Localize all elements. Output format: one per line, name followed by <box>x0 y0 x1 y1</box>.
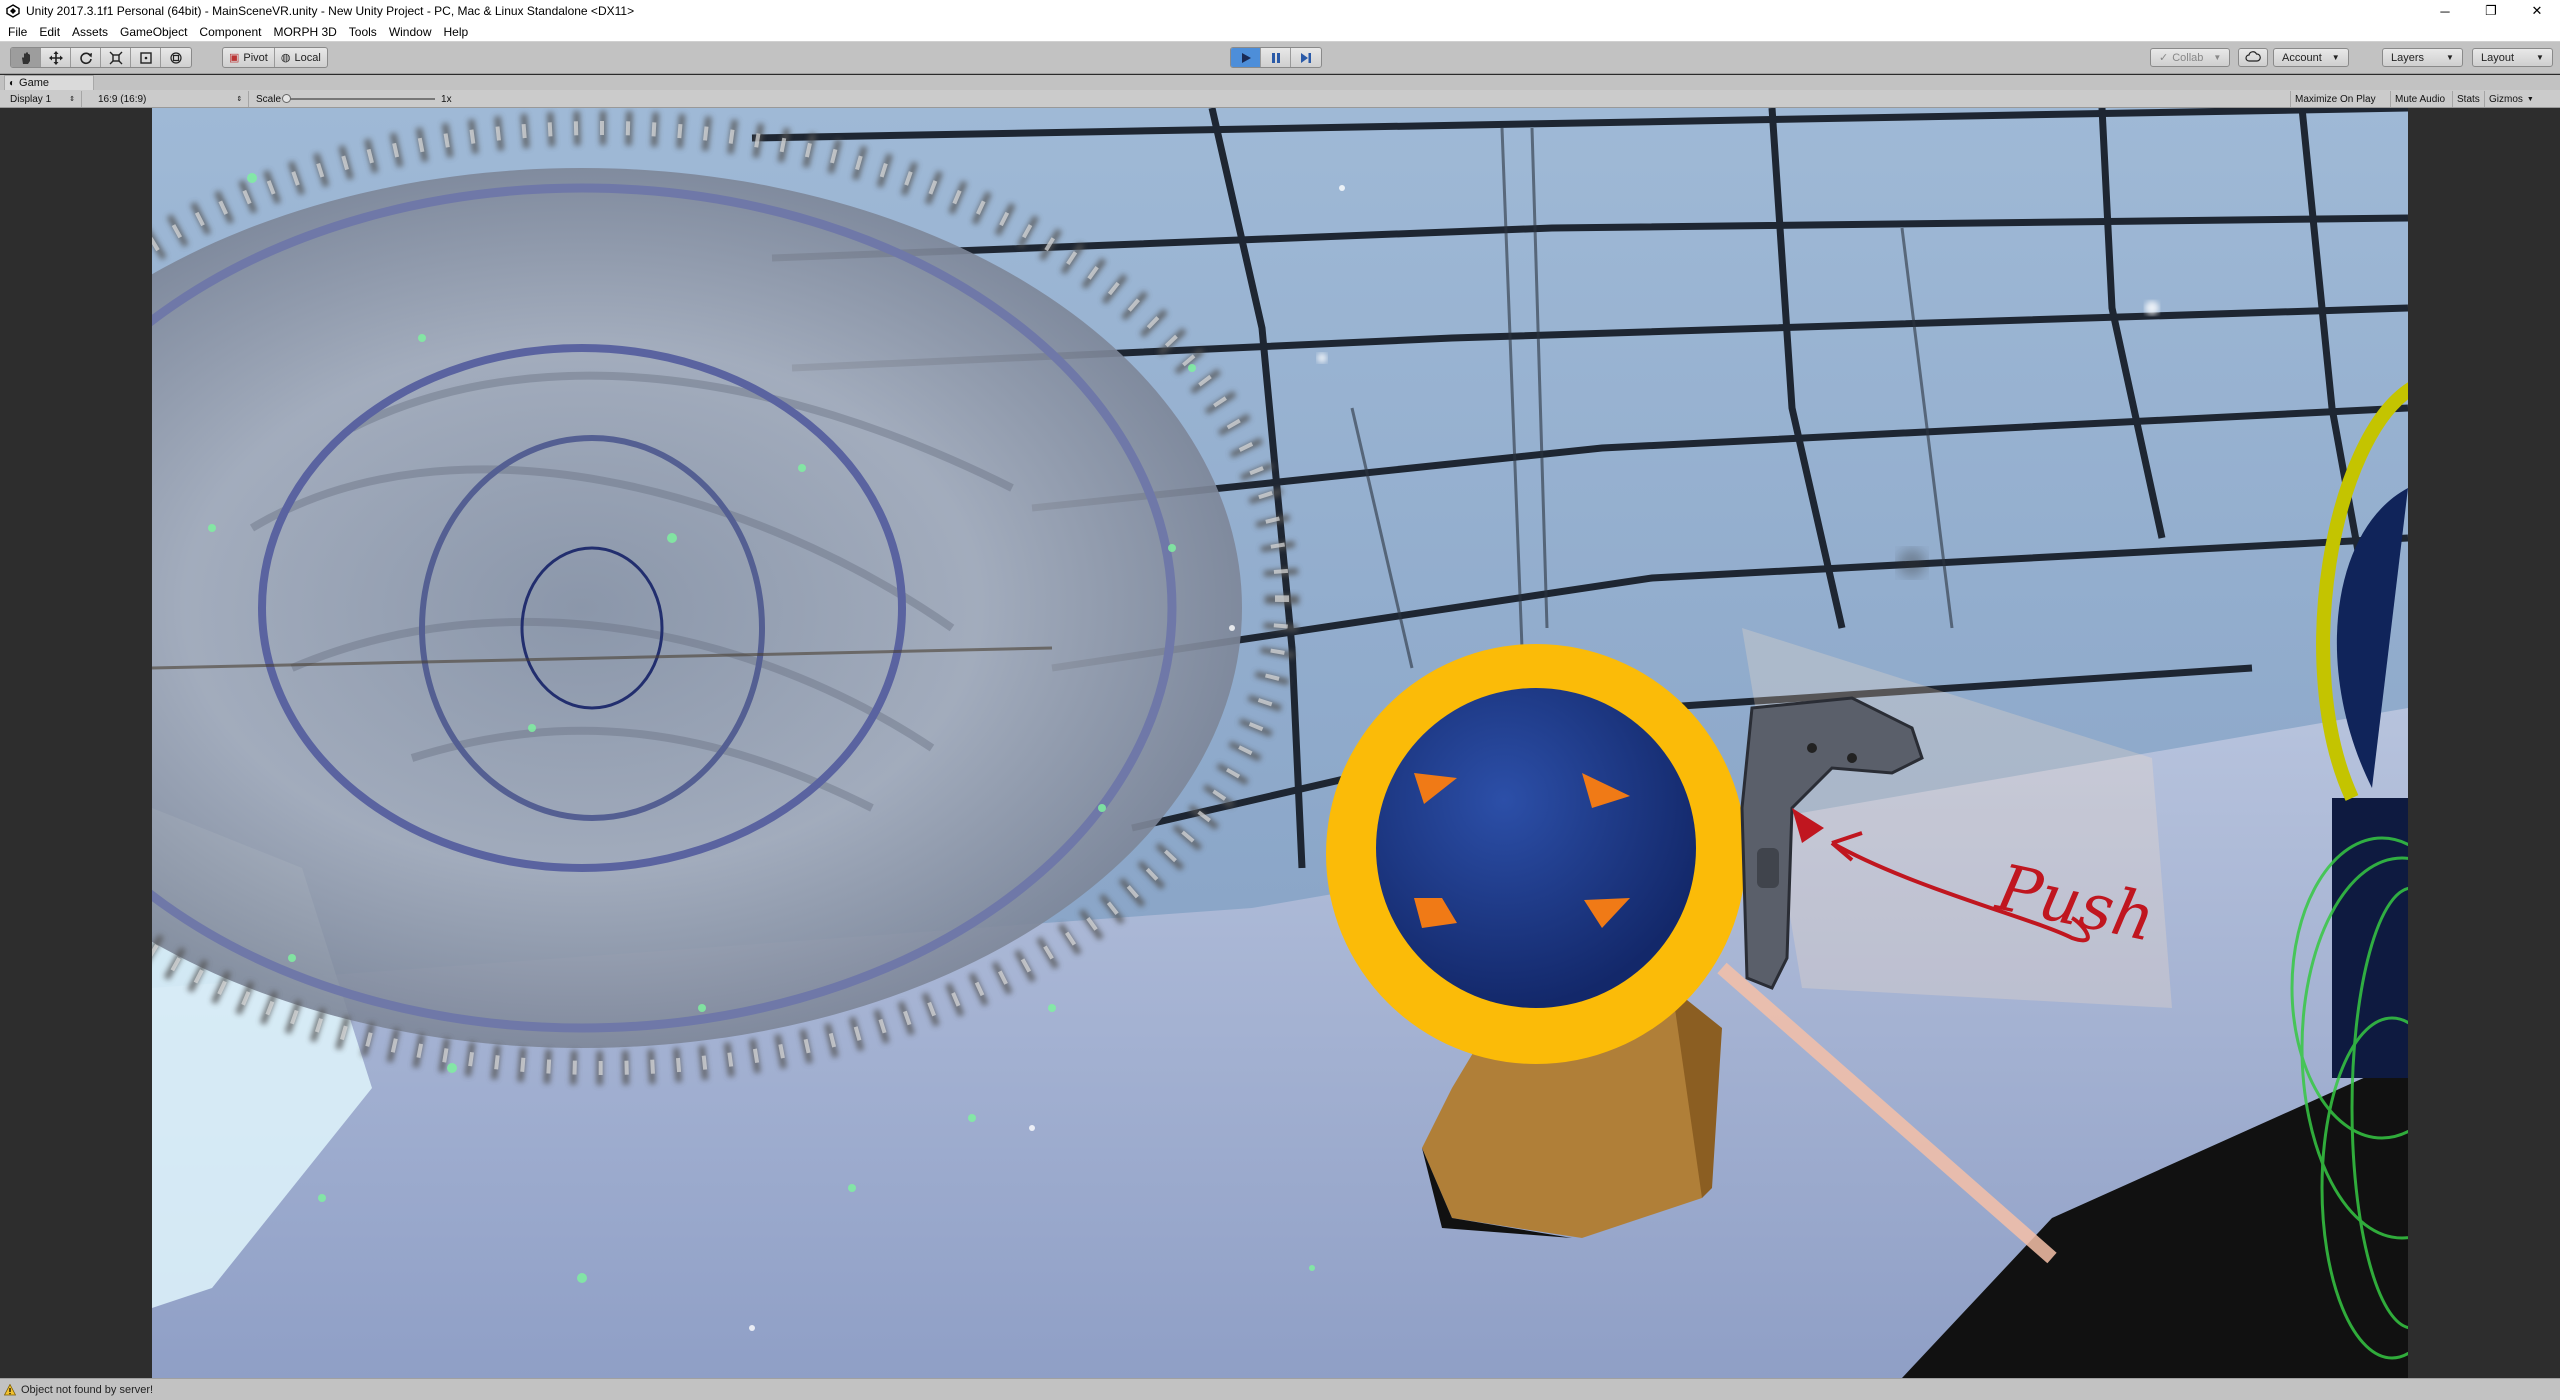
minimize-button[interactable]: ─ <box>2422 0 2468 22</box>
step-icon <box>1300 52 1312 64</box>
cloud-icon <box>2245 50 2261 65</box>
menu-file[interactable]: File <box>2 25 33 39</box>
aspect-label: 16:9 (16:9) <box>98 93 147 105</box>
tab-game-label: Game <box>19 77 50 89</box>
collab-check-icon: ✓ <box>2159 52 2169 64</box>
pivot-controls: ▣ Pivot ◍ Local <box>222 47 328 68</box>
local-toggle-button[interactable]: ◍ Local <box>275 48 327 67</box>
menu-edit[interactable]: Edit <box>33 25 66 39</box>
scale-icon <box>109 51 123 65</box>
account-dropdown[interactable]: Account ▼ <box>2273 48 2349 67</box>
chevron-down-icon: ▼ <box>2536 53 2544 62</box>
mute-audio-toggle[interactable]: Mute Audio <box>2390 91 2449 107</box>
maximize-on-play-toggle[interactable]: Maximize On Play <box>2290 91 2380 107</box>
pivot-label: Pivot <box>243 51 268 64</box>
layout-label: Layout <box>2481 51 2515 64</box>
display-label: Display 1 <box>10 93 52 105</box>
stats-label: Stats <box>2457 93 2480 105</box>
warning-icon <box>4 1383 16 1396</box>
scale-slider-handle[interactable] <box>282 94 292 103</box>
layout-dropdown[interactable]: Layout ▼ <box>2472 48 2553 67</box>
scale-tool-button[interactable] <box>101 48 131 67</box>
hand-tool-button[interactable] <box>11 48 41 67</box>
layers-dropdown[interactable]: Layers ▼ <box>2382 48 2463 67</box>
rect-tool-button[interactable] <box>131 48 161 67</box>
game-view-controls: Display 1 ⇕ 16:9 (16:9) ⇕ Scale 1x Maxim… <box>0 90 2560 108</box>
unity-logo-icon <box>6 4 20 18</box>
status-message[interactable]: Object not found by server! <box>21 1384 153 1396</box>
cloud-button[interactable] <box>2238 48 2268 67</box>
chevron-down-icon: ▼ <box>2331 53 2340 62</box>
hand-icon <box>19 51 33 65</box>
aspect-dropdown[interactable]: 16:9 (16:9) ⇕ <box>92 91 250 107</box>
main-toolbar: ▣ Pivot ◍ Local ✓ Collab ▼ Account ▼ Lay… <box>0 42 2560 74</box>
menu-assets[interactable]: Assets <box>66 25 114 39</box>
pause-button[interactable] <box>1261 48 1291 67</box>
collab-label: Collab <box>2172 51 2204 64</box>
mute-audio-label: Mute Audio <box>2395 93 2446 105</box>
pause-icon <box>1270 52 1282 64</box>
floating-mote <box>1898 549 1926 577</box>
menu-tools[interactable]: Tools <box>343 25 383 39</box>
chevron-down-icon: ▼ <box>2446 53 2454 62</box>
chevron-updown-icon: ⇕ <box>236 96 243 103</box>
close-button[interactable]: ✕ <box>2514 0 2560 22</box>
scale-control: Scale 1x <box>256 91 452 107</box>
stats-toggle[interactable]: Stats <box>2452 91 2484 107</box>
step-button[interactable] <box>1291 48 1321 67</box>
menu-morph3d[interactable]: MORPH 3D <box>267 25 342 39</box>
menu-component[interactable]: Component <box>193 25 267 39</box>
window-titlebar: Unity 2017.3.1f1 Personal (64bit) - Main… <box>0 0 2560 22</box>
menu-gameobject[interactable]: GameObject <box>114 25 193 39</box>
menu-help[interactable]: Help <box>438 25 475 39</box>
chevron-down-icon: ▼ <box>2213 53 2222 62</box>
collab-dropdown[interactable]: ✓ Collab ▼ <box>2150 48 2231 67</box>
scale-label: Scale <box>256 93 282 105</box>
gizmos-dropdown[interactable]: Gizmos ▼ <box>2484 91 2538 107</box>
playback-controls <box>1230 47 1322 68</box>
restore-button[interactable]: ❐ <box>2468 0 2514 22</box>
game-view[interactable]: Push <box>152 108 2408 1378</box>
local-icon: ◍ <box>280 52 291 64</box>
gizmos-label: Gizmos <box>2489 93 2523 105</box>
menu-bar: File Edit Assets GameObject Component MO… <box>0 22 2560 42</box>
scale-value: 1x <box>441 93 452 105</box>
transform-tools <box>10 47 192 68</box>
local-label: Local <box>294 51 321 64</box>
display-dropdown[interactable]: Display 1 ⇕ <box>4 91 83 107</box>
rotate-tool-button[interactable] <box>71 48 101 67</box>
chevron-down-icon: ▼ <box>2526 95 2534 103</box>
menu-window[interactable]: Window <box>383 25 438 39</box>
tab-game[interactable]: ◐ Game <box>4 75 94 90</box>
chevron-updown-icon: ⇕ <box>69 96 76 103</box>
account-label: Account <box>2282 51 2322 64</box>
move-arrows-icon <box>48 50 63 65</box>
maximize-on-play-label: Maximize On Play <box>2295 93 2376 105</box>
transform-tool-button[interactable] <box>161 48 191 67</box>
rotate-icon <box>79 51 93 65</box>
game-controller-icon: ◐ <box>9 77 16 89</box>
rect-transform-icon <box>139 51 153 65</box>
pivot-toggle-button[interactable]: ▣ Pivot <box>223 48 275 67</box>
tab-bar: ◐ Game <box>0 75 2560 90</box>
pivot-icon: ▣ <box>229 52 240 64</box>
move-tool-button[interactable] <box>41 48 71 67</box>
layers-label: Layers <box>2391 51 2425 64</box>
scene-render: Push <box>152 108 2408 1378</box>
play-icon <box>1240 52 1252 64</box>
status-bar: Object not found by server! <box>0 1378 2560 1400</box>
scale-slider[interactable] <box>282 94 436 103</box>
window-title: Unity 2017.3.1f1 Personal (64bit) - Main… <box>26 4 635 18</box>
play-button[interactable] <box>1231 48 1261 67</box>
combined-transform-icon <box>169 51 183 65</box>
